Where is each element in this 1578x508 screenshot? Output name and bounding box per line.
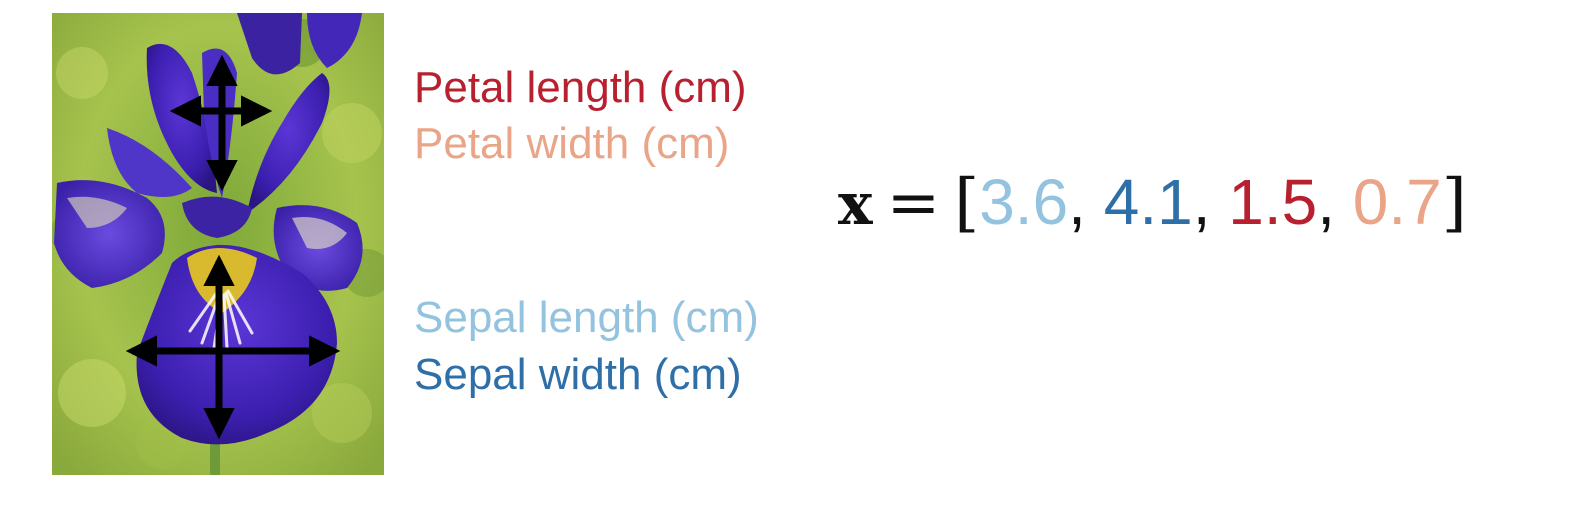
value-petal-length: 1.5 xyxy=(1228,166,1318,238)
open-bracket: [ xyxy=(954,166,980,240)
separator: , xyxy=(1192,166,1211,238)
separator: , xyxy=(1317,166,1335,238)
sepal-width-label: Sepal width (cm) xyxy=(414,350,742,399)
value-sepal-length: 3.6 xyxy=(979,166,1069,238)
feature-vector: x = [3.6, 4.1, 1.5, 0.7] xyxy=(838,170,1467,235)
petal-length-label: Petal length (cm) xyxy=(414,63,747,112)
value-sepal-width: 4.1 xyxy=(1103,166,1193,238)
equals-sign: = xyxy=(886,166,941,240)
vector-symbol: x xyxy=(838,170,873,238)
value-petal-width: 0.7 xyxy=(1352,166,1442,238)
separator: , xyxy=(1068,166,1086,238)
close-bracket: ] xyxy=(1441,166,1467,240)
iris-photo xyxy=(52,13,384,475)
petal-width-label: Petal width (cm) xyxy=(414,119,730,168)
sepal-length-label: Sepal length (cm) xyxy=(414,293,759,342)
